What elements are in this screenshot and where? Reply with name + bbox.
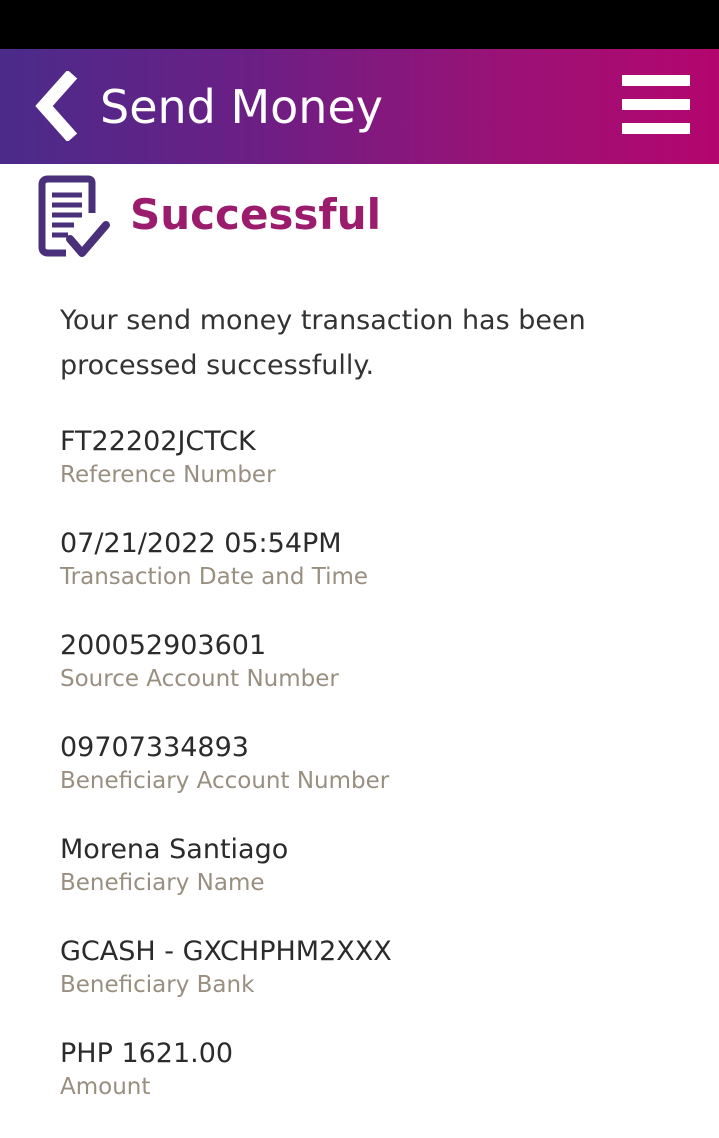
back-button[interactable]: [30, 69, 90, 143]
detail-value: GCASH - GXCHPHM2XXX: [60, 936, 392, 967]
detail-reference-number: FT22202JCTCK Reference Number: [60, 424, 680, 526]
detail-value: FT22202JCTCK: [60, 426, 256, 457]
detail-label: Amount: [60, 1074, 151, 1100]
detail-value: 09707334893: [60, 732, 249, 763]
menu-button[interactable]: [616, 73, 694, 137]
document-check-icon: [38, 175, 110, 257]
detail-source-account: 200052903601 Source Account Number: [60, 628, 680, 730]
detail-label: Transaction Date and Time: [60, 564, 369, 590]
status-row: Successful: [38, 175, 678, 265]
app-header: Send Money: [0, 49, 719, 164]
detail-label: Source Account Number: [60, 666, 339, 692]
detail-value: 200052903601: [60, 630, 267, 661]
detail-beneficiary-account: 09707334893 Beneficiary Account Number: [60, 730, 680, 832]
system-status-bar: [0, 0, 719, 49]
page-title: Send Money: [100, 80, 383, 134]
transaction-details: FT22202JCTCK Reference Number 07/21/2022…: [60, 424, 680, 1138]
detail-label: Beneficiary Name: [60, 870, 265, 896]
detail-label: Beneficiary Account Number: [60, 768, 390, 794]
detail-beneficiary-bank: GCASH - GXCHPHM2XXX Beneficiary Bank: [60, 934, 680, 1036]
chevron-left-icon: [35, 69, 78, 143]
detail-label: Reference Number: [60, 462, 276, 488]
detail-beneficiary-name: Morena Santiago Beneficiary Name: [60, 832, 680, 934]
detail-transaction-date: 07/21/2022 05:54PM Transaction Date and …: [60, 526, 680, 628]
detail-value: PHP 1621.00: [60, 1038, 234, 1069]
status-title: Successful: [130, 190, 381, 239]
detail-value: 07/21/2022 05:54PM: [60, 528, 342, 559]
detail-value: Morena Santiago: [60, 834, 289, 865]
confirmation-message: Your send money transaction has been pro…: [60, 305, 586, 381]
detail-label: Beneficiary Bank: [60, 972, 255, 998]
